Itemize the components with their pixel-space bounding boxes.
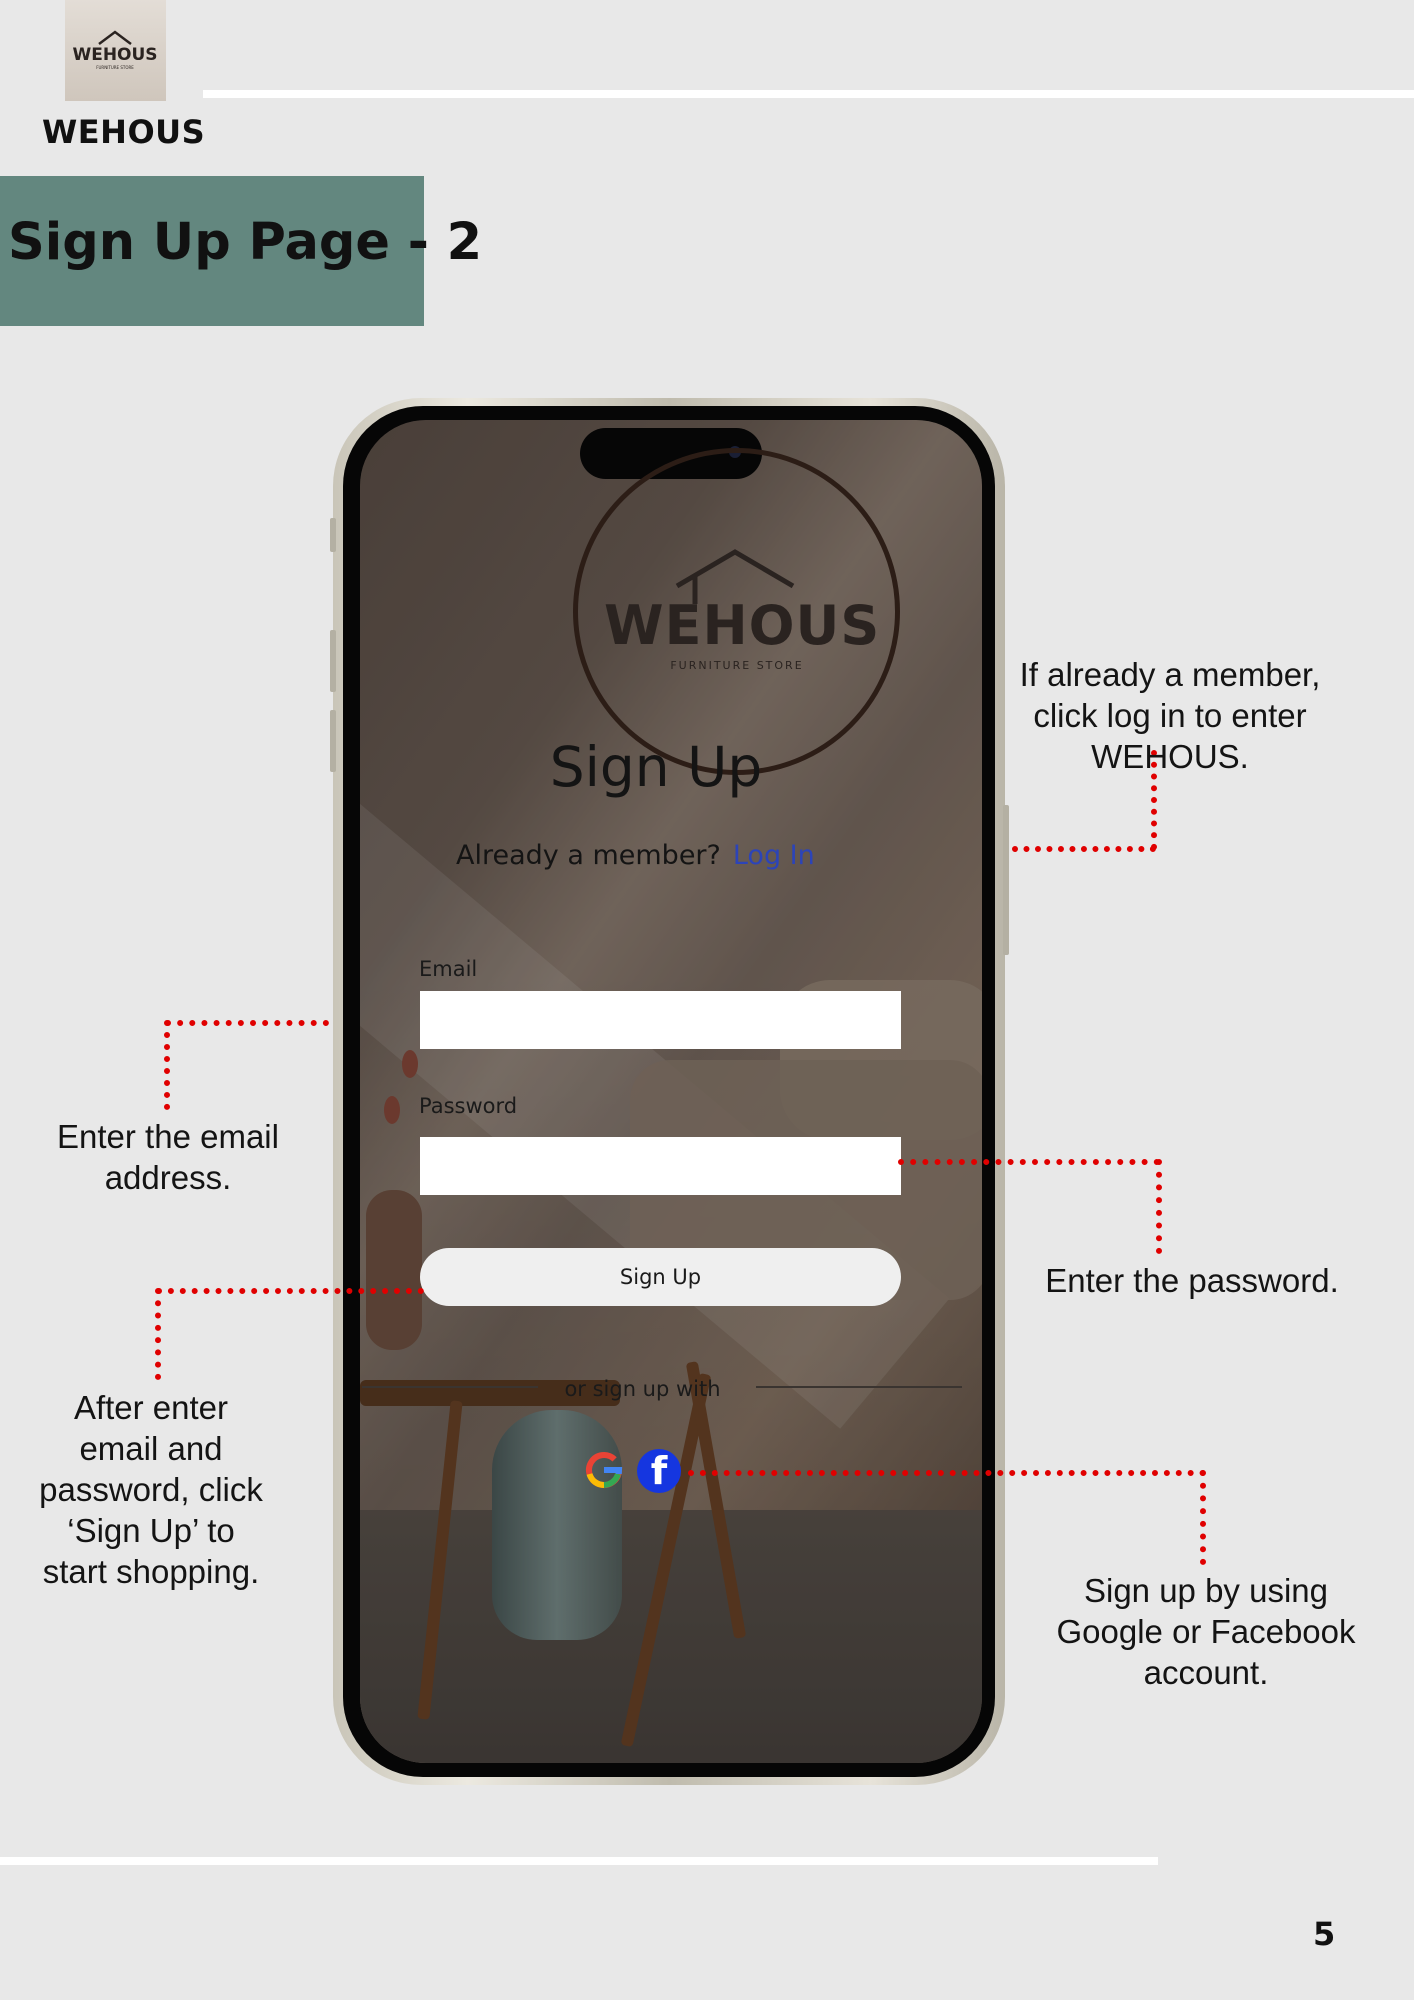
alt-signup-text: or sign up with [564,1377,721,1401]
phone-volume-up-button [330,630,336,692]
footer-divider [0,1857,1158,1865]
member-prompt-row: Already a member? Log In [456,840,815,871]
annotation-line: click log in to enter [1033,697,1307,734]
password-field[interactable] [420,1137,901,1195]
annotation-line: Enter the email [57,1118,279,1155]
annotation-line: email and [79,1430,223,1467]
annotation-social: Sign up by using Google or Facebook acco… [1036,1570,1376,1693]
login-link[interactable]: Log In [733,840,815,871]
annotation-login: If already a member, click log in to ent… [990,654,1350,777]
brand-name: WEHOUS [42,113,206,151]
annotation-line: password, click [39,1471,263,1508]
brand-logo-thumbnail: WEHOUS FURNITURE STORE [65,0,166,101]
annotation-line: Sign up by using [1083,1572,1328,1609]
callout-line-social [1200,1470,1206,1565]
phone-side-button [330,518,336,552]
annotation-signup: After enter email and password, click ‘S… [12,1387,290,1592]
annotation-line: WEHOUS. [1091,738,1249,775]
annotation-line: account. [1143,1654,1269,1691]
google-icon[interactable] [583,1449,625,1491]
password-label: Password [419,1094,518,1118]
callout-line-signup [155,1288,161,1380]
facebook-icon[interactable]: f [637,1449,681,1493]
callout-line-password [898,1159,1160,1165]
annotation-line: After enter [73,1389,229,1426]
google-g-icon [586,1452,623,1489]
annotation-line: start shopping. [42,1553,260,1590]
callout-line-email [165,1020,329,1026]
phone-power-button [1003,805,1009,955]
phone-volume-down-button [330,710,336,772]
annotation-line: Enter the password. [1045,1262,1339,1299]
callout-line-password [1156,1159,1162,1254]
callout-line-login [1012,846,1156,852]
email-label: Email [419,957,478,981]
svg-text:FURNITURE STORE: FURNITURE STORE [96,65,134,70]
annotation-line: ‘Sign Up’ to [67,1512,235,1549]
signup-button[interactable]: Sign Up [420,1248,901,1306]
annotation-line: If already a member, [1019,656,1321,693]
header-divider [203,90,1414,98]
annotation-password: Enter the password. [1012,1260,1372,1301]
annotation-line: address. [104,1159,232,1196]
app-logo-wordmark: WEHOUS [604,594,881,657]
annotation-email: Enter the email address. [18,1116,318,1198]
page-number: 5 [1313,1915,1336,1953]
house-logo-icon: WEHOUS FURNITURE STORE [72,30,158,70]
member-prompt-text: Already a member? [456,840,721,871]
facebook-f-glyph: f [650,1449,668,1493]
email-field[interactable] [420,991,901,1049]
divider-right [756,1386,962,1388]
callout-line-email [164,1020,170,1110]
svg-text:WEHOUS: WEHOUS [72,45,157,65]
divider-left [362,1386,538,1388]
page-title: Sign Up Page - 2 [8,213,483,272]
annotation-line: Google or Facebook [1056,1613,1356,1650]
signup-heading: Sign Up [549,735,763,799]
app-logo-tagline: FURNITURE STORE [670,659,804,672]
callout-line-social [688,1470,1206,1476]
callout-line-signup [156,1288,424,1294]
